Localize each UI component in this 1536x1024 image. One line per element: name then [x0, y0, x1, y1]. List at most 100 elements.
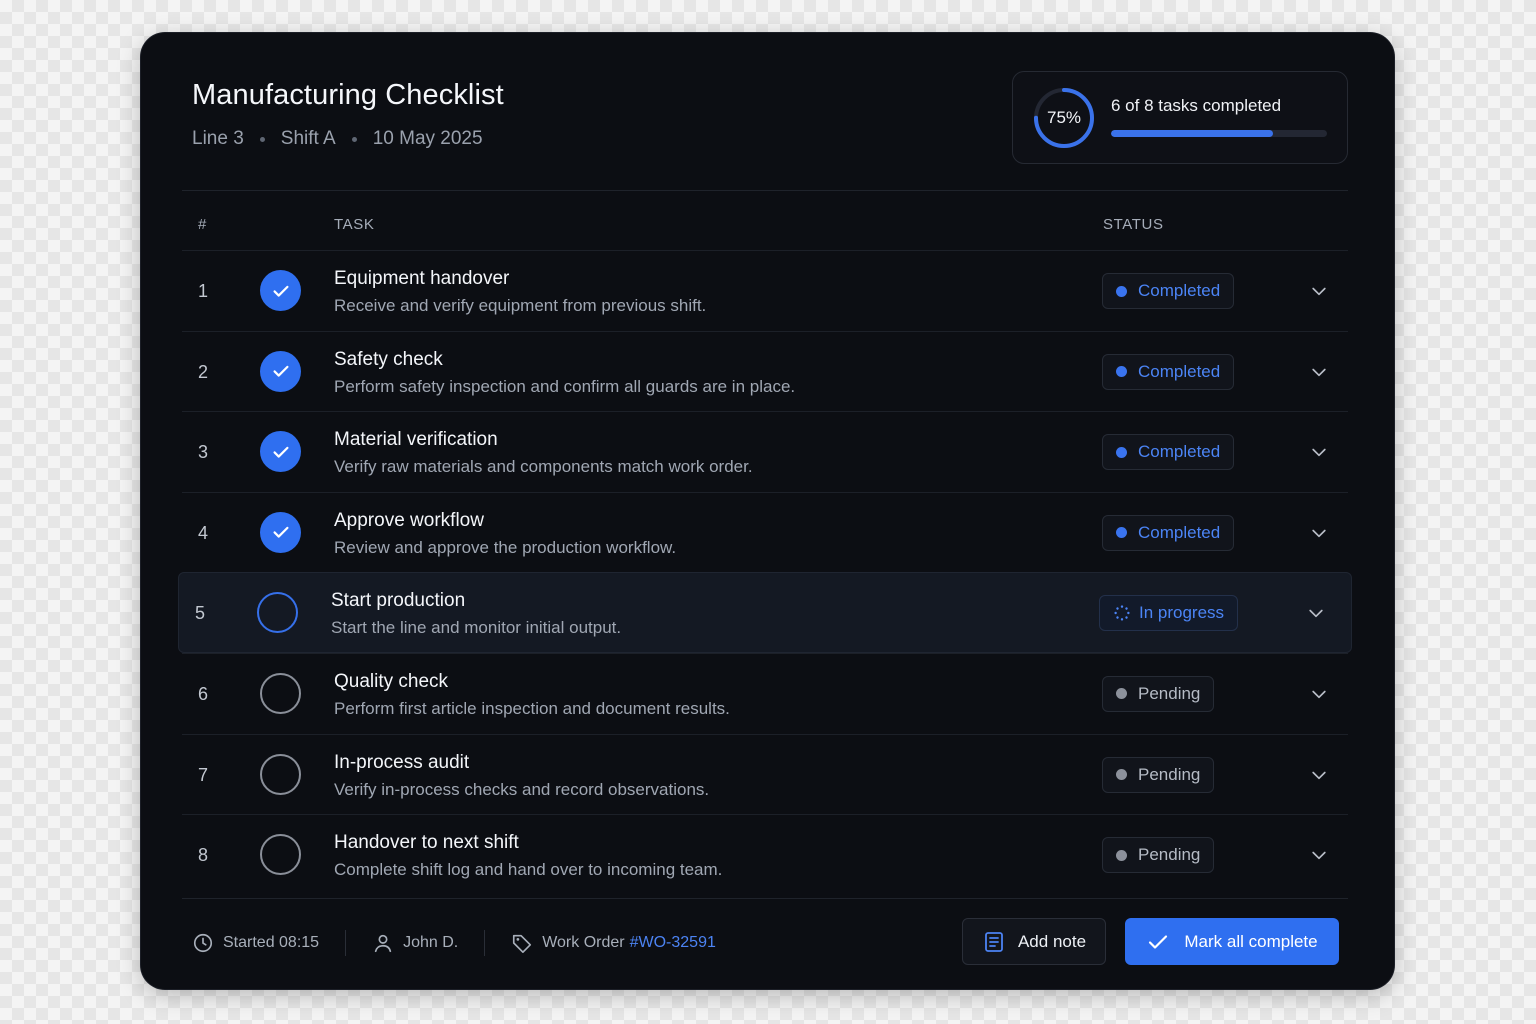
task-number: 3: [198, 442, 209, 463]
chevron-down-icon[interactable]: [1309, 281, 1329, 301]
checklist-meta: Line 3 Shift A 10 May 2025: [192, 128, 483, 150]
column-header-number: #: [198, 216, 207, 233]
task-row[interactable]: 6 Quality check Perform first article insp…: [182, 652, 1348, 734]
status-badge: Pending: [1102, 675, 1215, 712]
status-badge: Pending: [1102, 837, 1215, 874]
status-badge: Pending: [1102, 756, 1215, 793]
chevron-down-icon[interactable]: [1309, 523, 1329, 543]
status-badge: In progress: [1099, 595, 1239, 632]
task-number: 5: [195, 603, 206, 624]
task-title: In-process audit: [334, 751, 470, 773]
task-description: Review and approve the production workfl…: [334, 537, 677, 557]
check-icon: [272, 365, 289, 377]
task-checkbox[interactable]: [260, 511, 301, 553]
user-icon: [374, 934, 392, 953]
task-row[interactable]: 2 Safety check Perform safety inspection a…: [182, 330, 1348, 412]
footer-separator: [484, 930, 486, 956]
date-label: 10 May 2025: [372, 128, 483, 149]
checklist-card: Manufacturing Checklist Line 3 Shift A 1…: [141, 33, 1394, 989]
task-description: Start the line and monitor initial outpu…: [331, 618, 622, 638]
task-title: Material verification: [334, 429, 498, 451]
task-number: 4: [198, 522, 209, 543]
task-description: Verify in-process checks and record obse…: [334, 779, 710, 799]
chevron-down-icon[interactable]: [1309, 362, 1329, 382]
task-row[interactable]: 3 Material verification Verify raw materia…: [182, 411, 1348, 492]
task-checkbox[interactable]: [260, 350, 301, 392]
task-title: Safety check: [334, 348, 443, 370]
table-header: # TASK STATUS: [182, 214, 1348, 238]
chevron-down-icon[interactable]: [1306, 603, 1326, 623]
footer-meta: Started 08:15 John D. Work Order #WO-325…: [192, 928, 716, 958]
status-dot: [1116, 366, 1127, 378]
status-badge: Completed: [1102, 353, 1235, 390]
status-dot: [1116, 285, 1127, 297]
column-header-task: TASK: [334, 216, 375, 233]
task-checkbox[interactable]: [260, 753, 301, 795]
chevron-down-icon[interactable]: [1309, 684, 1329, 704]
task-description: Verify raw materials and components matc…: [334, 457, 753, 477]
task-row[interactable]: 4 Approve workflow Review and approve the …: [182, 491, 1348, 573]
work-order-label: Work Order: [542, 934, 625, 951]
task-number: 7: [198, 764, 209, 785]
status-dot: [1116, 527, 1127, 539]
status-label: In progress: [1139, 603, 1225, 623]
progress-bar-fill: [1111, 130, 1273, 137]
task-checkbox[interactable]: [257, 592, 298, 634]
task-title: Approve workflow: [334, 509, 484, 531]
divider: [182, 898, 1348, 899]
status-badge: Completed: [1102, 434, 1235, 471]
task-list: 1 Equipment handover Receive and verify eq…: [178, 250, 1352, 895]
operator-info: John D.: [372, 932, 458, 954]
add-note-button[interactable]: Add note: [962, 918, 1106, 965]
task-row[interactable]: 8 Handover to next shift Complete shift lo…: [182, 814, 1348, 895]
chevron-down-icon[interactable]: [1309, 765, 1329, 785]
progress-text: 6 of 8 tasks completed: [1111, 96, 1282, 115]
task-checkbox[interactable]: [260, 431, 301, 473]
started-time: Started 08:15: [223, 934, 320, 951]
tag-icon: [513, 934, 532, 953]
work-order-info: Work Order #WO-32591: [511, 932, 716, 954]
status-label: Completed: [1138, 361, 1221, 381]
task-number: 2: [198, 361, 209, 382]
task-checkbox[interactable]: [260, 672, 301, 714]
progress-percent: 75%: [1046, 108, 1082, 127]
mark-all-complete-button[interactable]: Mark all complete: [1125, 918, 1339, 965]
status-label: Completed: [1138, 442, 1221, 462]
divider: [182, 190, 1348, 191]
clock-icon: [193, 933, 213, 953]
progress-bar: [1111, 130, 1327, 137]
work-order-link[interactable]: #WO-32591: [630, 934, 716, 952]
task-number: 8: [198, 845, 209, 866]
status-dot: [1116, 769, 1127, 781]
status-label: Pending: [1138, 683, 1201, 703]
status-label: Completed: [1138, 522, 1221, 542]
task-title: Quality check: [334, 670, 449, 692]
status-dot: [1116, 849, 1127, 861]
operator-name: John D.: [403, 934, 459, 951]
loading-icon: [1114, 605, 1130, 621]
task-row[interactable]: 7 In-process audit Verify in-process check…: [182, 733, 1348, 815]
status-label: Pending: [1138, 845, 1201, 865]
task-description: Perform first article inspection and doc…: [334, 698, 730, 718]
note-icon: [985, 931, 1003, 952]
status-badge: Completed: [1102, 514, 1235, 551]
shift-label: Shift A: [280, 128, 336, 149]
task-title: Handover to next shift: [334, 832, 519, 854]
line-label: Line 3: [192, 128, 244, 149]
check-icon: [272, 285, 289, 297]
status-label: Pending: [1138, 764, 1201, 784]
column-header-status: STATUS: [1103, 216, 1164, 233]
task-title: Start production: [331, 590, 466, 612]
task-row[interactable]: 1 Equipment handover Receive and verify eq…: [182, 250, 1348, 331]
task-number: 6: [198, 683, 209, 704]
check-icon: [272, 446, 289, 458]
add-note-label: Add note: [1017, 931, 1087, 951]
progress-summary: 75% 6 of 8 tasks completed: [1012, 71, 1348, 164]
separator-dot: [351, 136, 357, 142]
chevron-down-icon[interactable]: [1309, 845, 1329, 865]
task-checkbox[interactable]: [260, 834, 301, 876]
task-description: Complete shift log and hand over to inco…: [334, 860, 723, 880]
task-checkbox[interactable]: [260, 270, 301, 311]
chevron-down-icon[interactable]: [1309, 442, 1329, 462]
task-row[interactable]: 5 Start production Start the line and moni…: [178, 572, 1352, 653]
